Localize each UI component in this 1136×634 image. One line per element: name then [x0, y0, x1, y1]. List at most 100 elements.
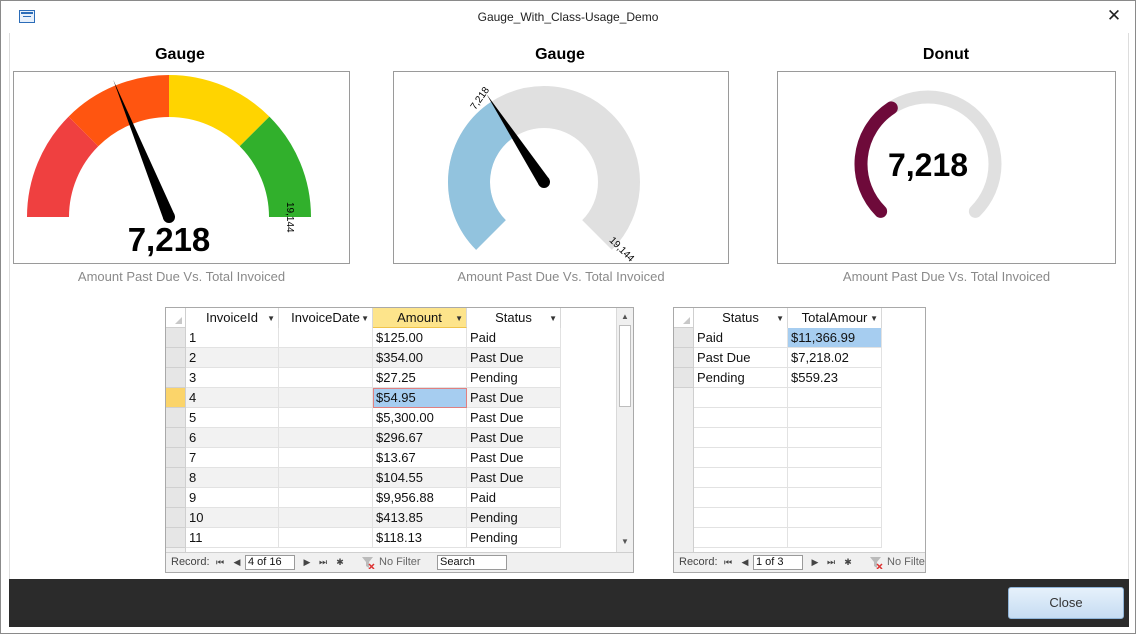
- close-button[interactable]: Close: [1008, 587, 1124, 619]
- row-selector[interactable]: [166, 448, 186, 468]
- row-selector[interactable]: [166, 428, 186, 448]
- table-cell-amount[interactable]: $125.00: [373, 328, 467, 348]
- dropdown-arrow-icon[interactable]: ▼: [870, 309, 878, 328]
- prev-record-icon[interactable]: ◀: [231, 555, 243, 570]
- table-cell-invoiceid[interactable]: 7: [186, 448, 279, 468]
- last-record-icon[interactable]: ⏭: [317, 555, 329, 570]
- table-cell-invoicedate[interactable]: [279, 448, 373, 468]
- search-input[interactable]: Search: [437, 555, 507, 570]
- column-header-amount[interactable]: Amount ▼: [373, 308, 467, 328]
- dropdown-arrow-icon[interactable]: ▼: [361, 309, 369, 328]
- table-row[interactable]: 10 $413.85 Pending: [166, 508, 616, 528]
- table-cell-status[interactable]: Past Due: [467, 448, 561, 468]
- dropdown-arrow-icon[interactable]: ▼: [549, 309, 557, 328]
- table-row[interactable]: 6 $296.67 Past Due: [166, 428, 616, 448]
- invoices-datasheet[interactable]: InvoiceId ▼ InvoiceDate ▼ Amount ▼ Status ▼ 1 $12…: [165, 307, 634, 573]
- scroll-up-icon[interactable]: ▲: [617, 309, 633, 325]
- table-row[interactable]: Pending $559.23: [674, 368, 925, 388]
- table-row[interactable]: 2 $354.00 Past Due: [166, 348, 616, 368]
- table-cell-invoicedate[interactable]: [279, 328, 373, 348]
- table-cell-totalamour[interactable]: $11,366.99: [788, 328, 882, 348]
- row-selector[interactable]: [166, 528, 186, 548]
- table-cell-amount[interactable]: $27.25: [373, 368, 467, 388]
- table-cell-amount[interactable]: $9,956.88: [373, 488, 467, 508]
- table-row[interactable]: Paid $11,366.99: [674, 328, 925, 348]
- table-cell-amount[interactable]: $5,300.00: [373, 408, 467, 428]
- new-record-icon[interactable]: ✱: [334, 555, 346, 570]
- table-cell-invoiceid[interactable]: 4: [186, 388, 279, 408]
- table-row[interactable]: 5 $5,300.00 Past Due: [166, 408, 616, 428]
- column-header-status[interactable]: Status ▼: [694, 308, 788, 328]
- table-cell-invoicedate[interactable]: [279, 388, 373, 408]
- filter-status-label[interactable]: No Filte: [887, 556, 925, 568]
- table-row[interactable]: 7 $13.67 Past Due: [166, 448, 616, 468]
- table-cell-status[interactable]: Past Due: [467, 388, 561, 408]
- column-header-status[interactable]: Status ▼: [467, 308, 561, 328]
- table-cell-invoicedate[interactable]: [279, 468, 373, 488]
- table-cell-status[interactable]: Past Due: [694, 348, 788, 368]
- column-header-invoicedate[interactable]: InvoiceDate ▼: [279, 308, 373, 328]
- table-cell-invoiceid[interactable]: 3: [186, 368, 279, 388]
- scroll-down-icon[interactable]: ▼: [617, 534, 633, 550]
- table-cell-invoicedate[interactable]: [279, 348, 373, 368]
- table-cell-status[interactable]: Past Due: [467, 348, 561, 368]
- next-record-icon[interactable]: ▶: [301, 555, 313, 570]
- table-cell-totalamour[interactable]: $7,218.02: [788, 348, 882, 368]
- table-cell-amount[interactable]: $13.67: [373, 448, 467, 468]
- table-cell-invoiceid[interactable]: 2: [186, 348, 279, 368]
- table-cell-amount[interactable]: $118.13: [373, 528, 467, 548]
- table-cell-invoicedate[interactable]: [279, 368, 373, 388]
- select-all-corner[interactable]: [166, 308, 186, 328]
- table-cell-invoicedate[interactable]: [279, 428, 373, 448]
- table-row[interactable]: 1 $125.00 Paid: [166, 328, 616, 348]
- status-summary-datasheet[interactable]: Status ▼ TotalAmour ▼ Paid $11,366.99 Past Due…: [673, 307, 926, 573]
- row-selector[interactable]: [166, 408, 186, 428]
- dropdown-arrow-icon[interactable]: ▼: [455, 309, 463, 328]
- table-cell-status[interactable]: Pending: [467, 528, 561, 548]
- table-cell-invoicedate[interactable]: [279, 488, 373, 508]
- filter-icon[interactable]: [869, 556, 883, 570]
- row-selector[interactable]: [166, 348, 186, 368]
- row-selector[interactable]: [674, 328, 694, 348]
- row-selector[interactable]: [166, 488, 186, 508]
- first-record-icon[interactable]: ⏮: [722, 555, 734, 570]
- table-row[interactable]: 3 $27.25 Pending: [166, 368, 616, 388]
- table-cell-invoiceid[interactable]: 5: [186, 408, 279, 428]
- first-record-icon[interactable]: ⏮: [214, 555, 226, 570]
- filter-status-label[interactable]: No Filter: [379, 556, 421, 568]
- vertical-scrollbar[interactable]: ▲ ▼: [616, 308, 633, 552]
- table-cell-invoiceid[interactable]: 6: [186, 428, 279, 448]
- filter-icon[interactable]: [361, 556, 375, 570]
- current-record-field[interactable]: 4 of 16: [245, 555, 295, 570]
- new-record-icon[interactable]: ✱: [842, 555, 854, 570]
- window-close-icon[interactable]: ✕: [1101, 4, 1127, 28]
- table-row[interactable]: 8 $104.55 Past Due: [166, 468, 616, 488]
- table-cell-invoicedate[interactable]: [279, 528, 373, 548]
- table-cell-amount[interactable]: $54.95: [373, 388, 467, 408]
- row-selector[interactable]: [674, 348, 694, 368]
- table-cell-status[interactable]: Past Due: [467, 408, 561, 428]
- table-cell-status[interactable]: Pending: [467, 368, 561, 388]
- row-selector[interactable]: [166, 328, 186, 348]
- table-cell-status[interactable]: Pending: [694, 368, 788, 388]
- table-cell-amount[interactable]: $296.67: [373, 428, 467, 448]
- next-record-icon[interactable]: ▶: [809, 555, 821, 570]
- table-cell-invoicedate[interactable]: [279, 408, 373, 428]
- table-cell-invoiceid[interactable]: 1: [186, 328, 279, 348]
- table-cell-invoiceid[interactable]: 8: [186, 468, 279, 488]
- prev-record-icon[interactable]: ◀: [739, 555, 751, 570]
- row-selector[interactable]: [166, 368, 186, 388]
- dropdown-arrow-icon[interactable]: ▼: [267, 309, 275, 328]
- current-record-field[interactable]: 1 of 3: [753, 555, 803, 570]
- table-cell-amount[interactable]: $104.55: [373, 468, 467, 488]
- select-all-corner[interactable]: [674, 308, 694, 328]
- table-cell-status[interactable]: Past Due: [467, 428, 561, 448]
- table-cell-totalamour[interactable]: $559.23: [788, 368, 882, 388]
- table-cell-status[interactable]: Paid: [467, 328, 561, 348]
- table-cell-status[interactable]: Past Due: [467, 468, 561, 488]
- column-header-totalamour[interactable]: TotalAmour ▼: [788, 308, 882, 328]
- table-row[interactable]: 9 $9,956.88 Paid: [166, 488, 616, 508]
- table-cell-amount[interactable]: $354.00: [373, 348, 467, 368]
- table-cell-invoicedate[interactable]: [279, 508, 373, 528]
- table-cell-status[interactable]: Paid: [694, 328, 788, 348]
